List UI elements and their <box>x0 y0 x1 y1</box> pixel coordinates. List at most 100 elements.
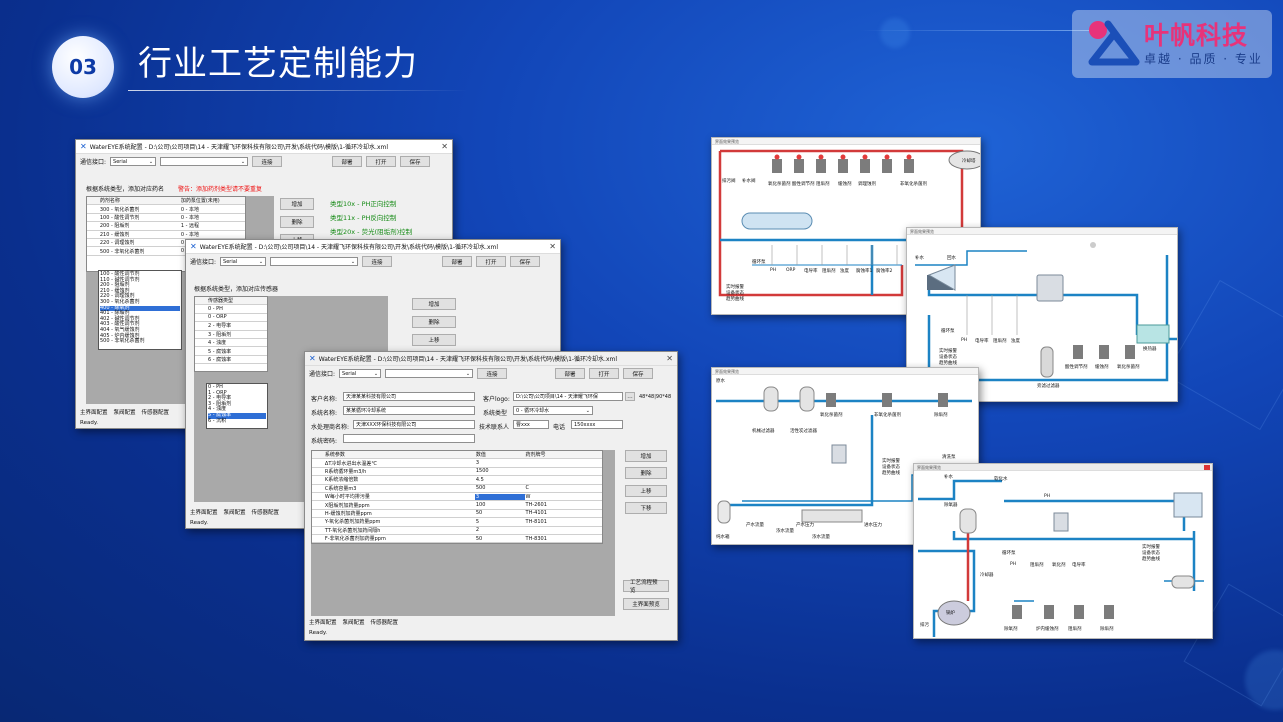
provider-field[interactable]: 天津XXX环保科技有限公司 <box>353 420 475 429</box>
browse-button[interactable]: … <box>625 392 635 401</box>
sensor-type-cell[interactable]: 5 - 腐蚀率 <box>207 348 267 355</box>
table-row[interactable]: 300 - 氧化杀菌剂 0 - 本地 <box>87 205 245 214</box>
tab-pumps[interactable]: 泵阀配置 <box>343 618 365 626</box>
table-row[interactable]: 3 - 阻垢剂 <box>195 331 267 339</box>
deploy-button[interactable]: 部署 <box>442 256 473 267</box>
table-row[interactable]: 4 - 浊度 <box>195 339 267 348</box>
value-cell[interactable]: 100 <box>475 502 525 508</box>
customer-field[interactable]: 天津某某科技有限公司 <box>343 392 475 401</box>
tab-pumps[interactable]: 泵阀配置 <box>224 508 246 516</box>
delete-button[interactable]: 删除 <box>412 316 456 328</box>
pump-location-cell[interactable]: 0 - 本地 <box>180 231 245 238</box>
tab-pumps[interactable]: 泵阀配置 <box>114 408 136 416</box>
open-button[interactable]: 打开 <box>366 156 397 167</box>
pump-location-cell[interactable]: 0 - 本地 <box>180 214 245 221</box>
save-button[interactable]: 保存 <box>400 156 431 167</box>
up-button[interactable]: 上移 <box>412 334 456 346</box>
tab-sensors[interactable]: 传感器配置 <box>371 618 399 626</box>
parameter-cell[interactable]: ΔT冷却水进出水温差℃ <box>324 460 475 467</box>
sensor-type-cell[interactable]: 0 - PH <box>207 306 267 312</box>
pump-location-cell[interactable]: 0 - 本地 <box>180 206 245 213</box>
chemical-name-cell[interactable]: 300 - 氧化杀菌剂 <box>99 206 180 213</box>
tab-main[interactable]: 主界面配置 <box>80 408 108 416</box>
table-row[interactable]: H-缓蚀剂加药量ppm 50 TH-4101 <box>312 510 602 519</box>
chemical-name-cell[interactable]: 210 - 缓蚀剂 <box>99 231 180 238</box>
sensor-type-cell[interactable]: 2 - 电导率 <box>207 322 267 329</box>
deploy-button[interactable]: 部署 <box>332 156 363 167</box>
value-cell[interactable]: 3 <box>474 493 525 500</box>
main-preview-button[interactable]: 主界面预览 <box>623 598 669 610</box>
tab-sensors[interactable]: 传感器配置 <box>252 508 280 516</box>
parameter-cell[interactable]: Y-氧化杀菌剂加药量ppm <box>324 518 475 525</box>
value-cell[interactable]: 3 <box>475 460 525 466</box>
add-button[interactable]: 增加 <box>625 450 667 462</box>
sensor-type-cell[interactable]: 4 - 浊度 <box>207 339 267 346</box>
table-row[interactable]: Y-氧化杀菌剂加药量ppm 5 TH-8101 <box>312 518 602 527</box>
system-name-field[interactable]: 某某循环冷却系统 <box>343 406 475 415</box>
connect-button[interactable]: 连接 <box>477 368 508 379</box>
address-select[interactable]: ⌄ <box>160 157 249 166</box>
table-row[interactable]: 100 - 酸性调节剂 0 - 本地 <box>87 214 245 223</box>
parameter-cell[interactable]: C系统容量m3 <box>324 485 475 492</box>
parameter-cell[interactable]: TT-氧化杀菌剂加药间隔h <box>324 527 475 534</box>
port-select[interactable]: Serial ⌄ <box>339 369 382 378</box>
table-row[interactable]: 2 - 电导率 <box>195 322 267 331</box>
up-button[interactable]: 上移 <box>625 485 667 497</box>
sensor-dropdown-list[interactable]: 0 - PH 1 - ORP 2 - 电导率 3 - 阻垢剂 4 - 浊度 5 - 腐蚀率… <box>206 383 268 429</box>
sensor-type-cell[interactable]: 3 - 阻垢剂 <box>207 331 267 338</box>
chemical-code-cell[interactable]: TH-4101 <box>525 510 602 516</box>
port-select[interactable]: Serial ⌄ <box>220 257 267 266</box>
tab-main[interactable]: 主界面配置 <box>190 508 218 516</box>
value-cell[interactable]: 5 <box>475 519 525 525</box>
address-select[interactable]: ⌄ <box>270 257 359 266</box>
add-button[interactable]: 增加 <box>280 198 314 210</box>
system-type-select[interactable]: 0 - 循环冷却水 ⌄ <box>513 406 593 415</box>
chemical-name-cell[interactable]: 220 - 调理蚀剂 <box>99 239 180 246</box>
close-icon[interactable]: ✕ <box>666 354 673 363</box>
logo-path-field[interactable]: D:\公司\公司项目\14 - 天津耀飞环保 <box>513 392 623 401</box>
address-select[interactable]: ⌄ <box>385 369 474 378</box>
parameter-cell[interactable]: X阻垢剂加药量ppm <box>324 502 475 509</box>
phone-field[interactable]: 150xxxx <box>571 420 623 429</box>
value-cell[interactable]: 50 <box>475 536 525 542</box>
chemical-code-cell[interactable]: TH-2601 <box>525 502 602 508</box>
deploy-button[interactable]: 部署 <box>555 368 586 379</box>
table-row[interactable]: F-非氧化杀菌剂加药量ppm 50 TH-8301 <box>312 535 602 544</box>
value-cell[interactable]: 50 <box>475 510 525 516</box>
port-select[interactable]: Serial ⌄ <box>110 157 157 166</box>
parameter-cell[interactable]: F-非氧化杀菌剂加药量ppm <box>324 535 475 542</box>
connect-button[interactable]: 连接 <box>362 256 393 267</box>
table-row[interactable]: R系统循环量m3/h 1500 <box>312 468 602 477</box>
chemical-code-cell[interactable]: W <box>525 494 602 500</box>
chemical-name-cell[interactable]: 500 - 非氧化杀菌剂 <box>99 248 180 255</box>
value-cell[interactable]: 2 <box>475 527 525 533</box>
delete-button[interactable]: 删除 <box>280 216 314 228</box>
close-icon[interactable] <box>1204 465 1210 470</box>
table-row[interactable]: 0 - PH <box>195 305 267 314</box>
table-row[interactable]: ΔT冷却水进出水温差℃ 3 <box>312 459 602 468</box>
chemical-code-cell[interactable]: C <box>525 485 602 491</box>
down-button[interactable]: 下移 <box>625 502 667 514</box>
table-row[interactable]: 5 - 腐蚀率 <box>195 347 267 356</box>
close-icon[interactable]: ✕ <box>441 142 448 151</box>
dropdown-option[interactable]: 500 - 非氧化杀菌剂 <box>100 339 180 345</box>
parameter-cell[interactable]: H-缓蚀剂加药量ppm <box>324 510 475 517</box>
contact-field[interactable]: 曹xxx <box>513 420 549 429</box>
close-icon[interactable]: ✕ <box>549 242 556 251</box>
value-cell[interactable]: 1500 <box>475 468 525 474</box>
delete-button[interactable]: 删除 <box>625 467 667 479</box>
chemical-dropdown-list[interactable]: 100 - 酸性调节剂 110 - 碱性调节剂 200 - 阻垢剂 210 - 缓蚀剂… <box>98 270 182 350</box>
sensor-type-cell[interactable]: 0 - ORP <box>207 314 267 320</box>
tab-main[interactable]: 主界面配置 <box>309 618 337 626</box>
pump-location-cell[interactable]: 1 - 远程 <box>180 222 245 229</box>
chemical-name-cell[interactable]: 100 - 酸性调节剂 <box>99 214 180 221</box>
process-preview-button[interactable]: 工艺流程预览 <box>623 580 669 594</box>
parameter-cell[interactable]: R系统循环量m3/h <box>324 468 475 475</box>
table-row[interactable]: TT-氧化杀菌剂加药间隔h 2 <box>312 527 602 535</box>
value-cell[interactable]: 4.5 <box>475 477 525 483</box>
dropdown-option[interactable]: 6 - 沉积 <box>208 418 266 425</box>
chemical-code-cell[interactable]: TH-8101 <box>525 519 602 525</box>
save-button[interactable]: 保存 <box>510 256 541 267</box>
password-field[interactable] <box>343 434 475 443</box>
connect-button[interactable]: 连接 <box>252 156 283 167</box>
